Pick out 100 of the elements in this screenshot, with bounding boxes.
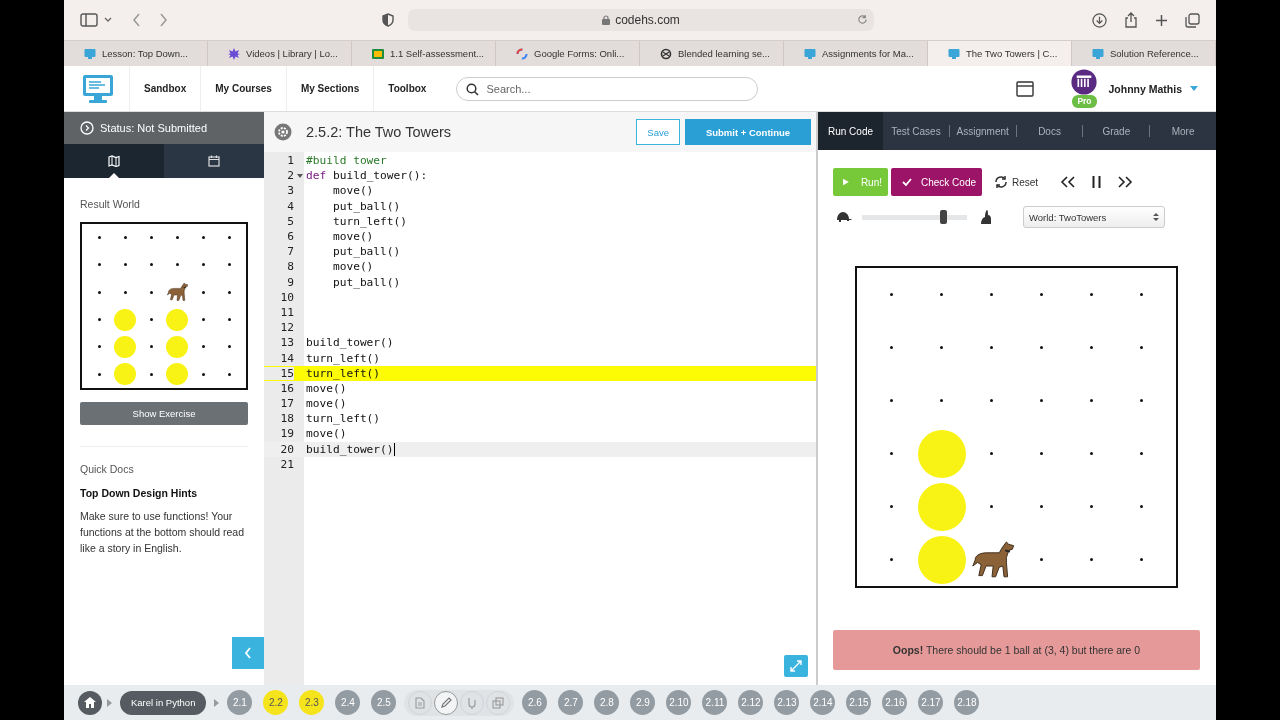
error-message: Oops! There should be 1 ball at (3, 4) but there are 0 — [833, 630, 1200, 670]
code-line: turn_left() — [331, 214, 408, 228]
monitor-icon — [948, 47, 960, 60]
panel-tab[interactable]: Docs — [1016, 112, 1083, 150]
code-line: put_ball() — [331, 275, 401, 289]
grid-dot — [1139, 558, 1143, 561]
grid-dot — [890, 399, 894, 402]
browser-tab[interactable]: Lesson: Top Down... — [64, 41, 208, 66]
grid-dot — [1089, 505, 1093, 508]
star-icon — [228, 47, 240, 60]
nav-link[interactable]: My Courses — [200, 66, 286, 111]
grid-dot — [1039, 452, 1043, 455]
grid-dot — [1139, 505, 1143, 508]
settings-icon[interactable] — [274, 123, 292, 141]
code-line: #build tower — [306, 154, 387, 168]
nav-link[interactable]: My Sections — [285, 66, 374, 111]
plus-icon[interactable] — [1155, 13, 1168, 27]
avatar-icon[interactable] — [1071, 68, 1098, 95]
sidebar-toggle-icon[interactable] — [80, 13, 98, 27]
check-code-button[interactable]: Check Code — [891, 168, 982, 196]
code-line: move() — [306, 397, 347, 411]
grid-dot — [940, 399, 944, 402]
nav-link[interactable]: Toolbox — [373, 66, 441, 111]
sidebar-tab[interactable] — [64, 144, 164, 178]
panel-tab[interactable]: Run Code — [818, 112, 884, 150]
search-field[interactable]: Search... — [456, 76, 759, 101]
line-number: 16 — [279, 381, 294, 395]
share-icon[interactable] — [1124, 12, 1138, 28]
grid-dot — [1139, 399, 1143, 402]
grid-dot — [201, 372, 205, 376]
lesson-button[interactable]: 2.2 — [263, 690, 289, 715]
code-line: turn_left() — [306, 351, 381, 365]
grid-dot — [1089, 346, 1093, 349]
pause-icon[interactable] — [1092, 176, 1102, 188]
code-line: turn_left() — [306, 366, 381, 380]
browser-tab[interactable]: Blended learning se... — [640, 41, 784, 66]
grid-dot — [97, 345, 101, 349]
line-number: 8 — [286, 260, 294, 274]
grid-dot — [990, 293, 994, 296]
panel-tab[interactable]: Grade — [1083, 112, 1150, 150]
sidebar-tab[interactable] — [164, 144, 264, 178]
browser-tab[interactable]: 1.1 Self-assessment... — [352, 41, 496, 66]
grid-dot — [201, 345, 205, 349]
monitor-logo-icon[interactable] — [82, 72, 114, 105]
browser-tab[interactable]: The Two Towers | C... — [928, 41, 1072, 66]
panel-tab[interactable]: More — [1150, 112, 1216, 150]
grid-dot — [149, 263, 153, 267]
lesson-button[interactable]: 2.3 — [299, 690, 325, 715]
classroom-icon — [372, 47, 384, 60]
course-button[interactable]: Karel in Python — [120, 690, 207, 715]
line-number: 11 — [279, 305, 294, 319]
ball — [114, 336, 136, 358]
grid-dot — [1139, 346, 1143, 349]
shield-icon[interactable] — [382, 13, 394, 27]
line-number: 14 — [279, 351, 294, 365]
panel-tab[interactable]: Test Cases — [883, 112, 949, 150]
world-select[interactable]: World: TwoTowers — [1023, 206, 1165, 228]
activity-button[interactable] — [434, 690, 459, 715]
grid-dot — [1089, 452, 1093, 455]
caret-icon[interactable] — [1190, 86, 1198, 91]
save-button[interactable]: Save — [636, 119, 680, 145]
reset-button[interactable]: Reset — [988, 174, 1045, 190]
grid-dot — [97, 290, 101, 294]
chevron-down-icon[interactable] — [104, 17, 112, 23]
grid-dot — [940, 346, 944, 349]
panel-tab[interactable]: Assignment — [949, 112, 1016, 150]
line-number: 15 — [264, 366, 294, 380]
search-icon — [466, 82, 480, 96]
line-number: 6 — [286, 230, 294, 244]
line-number: 13 — [279, 336, 294, 350]
grid-dot — [149, 318, 153, 322]
slider-thumb[interactable] — [940, 210, 948, 224]
browser-tab[interactable]: Google Forms: Onli... — [496, 41, 640, 66]
grid-dot — [1039, 346, 1043, 349]
monitor-icon — [1092, 47, 1104, 60]
grid-dot — [149, 290, 153, 294]
grid-dot — [227, 236, 231, 240]
window-icon[interactable] — [1016, 80, 1035, 97]
grid-dot — [890, 293, 894, 296]
tabs-overview-icon[interactable] — [1185, 12, 1200, 28]
pro-badge: Pro — [1072, 94, 1097, 108]
download-icon[interactable] — [1092, 12, 1107, 28]
grid-dot — [990, 505, 994, 508]
user-name[interactable]: Johnny Mathis — [1108, 82, 1182, 95]
grid-dot — [149, 345, 153, 349]
rewind-icon[interactable] — [1060, 176, 1077, 188]
address-bar[interactable]: codehs.com — [408, 9, 874, 31]
ball — [114, 363, 136, 386]
home-button[interactable] — [78, 690, 102, 715]
show-exercise-button[interactable]: Show Exercise — [80, 402, 248, 425]
browser-tab[interactable]: Videos | Library | Lo... — [208, 41, 352, 66]
reload-icon[interactable] — [857, 14, 868, 25]
code-line: put_ball() — [331, 245, 401, 259]
map-icon — [108, 155, 120, 167]
fast-forward-icon[interactable] — [1117, 176, 1134, 188]
browser-tab[interactable]: Solution Reference... — [1072, 41, 1216, 66]
grid-dot — [940, 293, 944, 296]
fold-arrow-icon[interactable] — [297, 173, 303, 178]
nav-link[interactable]: Sandbox — [129, 66, 201, 111]
section-title: Quick Docs — [80, 463, 135, 475]
